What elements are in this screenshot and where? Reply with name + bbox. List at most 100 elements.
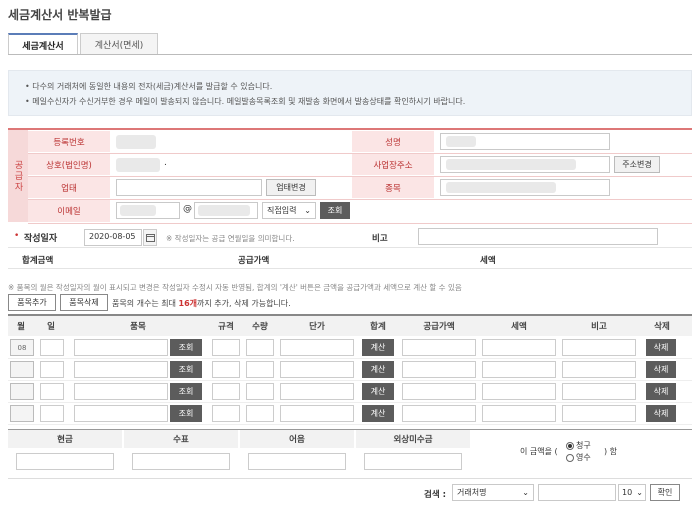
row-divider (8, 380, 692, 381)
payment-check-label: 수표 (124, 430, 238, 448)
biz-type-field[interactable] (116, 179, 262, 196)
change-biztype-button[interactable]: 업태변경 (266, 179, 316, 196)
row-month-cell[interactable] (10, 405, 34, 422)
row-delete-button[interactable]: 삭제 (646, 405, 676, 422)
row-tax-field[interactable] (482, 383, 556, 400)
row-spec-field[interactable] (212, 361, 240, 378)
search-input[interactable] (538, 484, 616, 501)
row-tax-field[interactable] (482, 339, 556, 356)
notice-line-1: 다수의 거래처에 동일한 내용의 전자(세금)계산서를 발급할 수 있습니다. (32, 82, 273, 91)
row-spec-field[interactable] (212, 405, 240, 422)
search-confirm-button[interactable]: 확인 (650, 484, 680, 501)
row-spec-field[interactable] (212, 339, 240, 356)
row-unit-price-field[interactable] (280, 339, 354, 356)
row-day-field[interactable] (40, 405, 64, 422)
row-calc-button[interactable]: 계산 (362, 383, 394, 400)
page-title: 세금계산서 반복발급 (8, 8, 112, 22)
row-supply-field[interactable] (402, 383, 476, 400)
row-calc-button[interactable]: 계산 (362, 405, 394, 422)
row-lookup-button[interactable]: 조회 (170, 383, 202, 400)
radio-receipt[interactable]: 영수 (566, 452, 591, 463)
row-month-cell[interactable]: 08 (10, 339, 34, 356)
calendar-icon[interactable] (143, 229, 157, 246)
row-remarks-field[interactable] (562, 405, 636, 422)
row-divider (8, 424, 692, 425)
row-supply-field[interactable] (402, 361, 476, 378)
payment-cash-label: 현금 (8, 430, 122, 448)
header-supply: 공급가액 (400, 316, 478, 336)
row-day-field[interactable] (40, 339, 64, 356)
tax-amount-label: 세액 (480, 256, 496, 266)
row-qty-field[interactable] (246, 339, 274, 356)
radio-claim-icon[interactable] (566, 441, 574, 450)
row-calc-button[interactable]: 계산 (362, 339, 394, 356)
email-label: 이메일 (28, 200, 110, 222)
write-date-hint: ※ 작성일자는 공급 연월일을 의미합니다. (166, 234, 295, 243)
biz-item-value (446, 182, 556, 193)
row-remarks-field[interactable] (562, 383, 636, 400)
row-qty-field[interactable] (246, 405, 274, 422)
row-month-cell[interactable] (10, 383, 34, 400)
delete-item-button[interactable]: 품목삭제 (60, 294, 108, 311)
items-note: ※ 품목의 월은 작성일자의 월이 표시되고 변경은 작성일자 수정시 자동 반… (8, 283, 462, 292)
required-mark: • (14, 231, 20, 241)
payment-credit-field[interactable] (364, 453, 462, 470)
supplier-side-label: 공급자 (8, 130, 28, 222)
row-item-field[interactable] (74, 339, 168, 356)
row-day-field[interactable] (40, 361, 64, 378)
row-item-field[interactable] (74, 361, 168, 378)
row-remarks-field[interactable] (562, 339, 636, 356)
row-item-field[interactable] (74, 405, 168, 422)
payment-cash-field[interactable] (16, 453, 114, 470)
row-month-cell[interactable] (10, 361, 34, 378)
payment-check-field[interactable] (132, 453, 230, 470)
add-item-button[interactable]: 품목추가 (8, 294, 56, 311)
tab-tax-invoice[interactable]: 세금계산서 (8, 33, 78, 55)
row-delete-button[interactable]: 삭제 (646, 361, 676, 378)
write-date-field[interactable]: 2020-08-05 (84, 229, 142, 246)
divider (28, 199, 692, 200)
payment-bill-label: 어음 (240, 430, 354, 448)
address-label: 사업장주소 (352, 154, 434, 175)
chevron-down-icon: ⌄ (636, 488, 643, 497)
remarks-field[interactable] (418, 228, 658, 245)
row-lookup-button[interactable]: 조회 (170, 361, 202, 378)
notice-line-2: 메일수신자가 수신거부한 경우 메일이 발송되지 않습니다. 메일발송목록조회 … (32, 97, 466, 106)
row-qty-field[interactable] (246, 361, 274, 378)
email-domain-select[interactable]: 직접입력 ⌄ (262, 202, 316, 219)
row-lookup-button[interactable]: 조회 (170, 405, 202, 422)
supply-amount-label: 공급가액 (238, 256, 270, 266)
row-supply-field[interactable] (402, 339, 476, 356)
email-lookup-button[interactable]: 조회 (320, 202, 350, 219)
header-tax: 세액 (480, 316, 558, 336)
item-limit-text: 품목의 개수는 최대 16개까지 추가, 삭제 가능합니다. (112, 298, 291, 309)
row-calc-button[interactable]: 계산 (362, 361, 394, 378)
page-size-select[interactable]: 10 ⌄ (618, 484, 646, 501)
header-month: 월 (8, 316, 34, 336)
row-unit-price-field[interactable] (280, 361, 354, 378)
biz-item-label: 종목 (352, 177, 434, 198)
row-qty-field[interactable] (246, 383, 274, 400)
row-tax-field[interactable] (482, 361, 556, 378)
change-address-button[interactable]: 주소변경 (614, 156, 660, 173)
row-delete-button[interactable]: 삭제 (646, 339, 676, 356)
row-tax-field[interactable] (482, 405, 556, 422)
payment-bill-field[interactable] (248, 453, 346, 470)
biz-type-label: 업태 (28, 177, 110, 198)
row-day-field[interactable] (40, 383, 64, 400)
row-remarks-field[interactable] (562, 361, 636, 378)
search-field-select[interactable]: 거래처명 ⌄ (452, 484, 534, 501)
tab-invoice-exempt[interactable]: 계산서(면세) (80, 33, 158, 55)
row-unit-price-field[interactable] (280, 383, 354, 400)
row-delete-button[interactable]: 삭제 (646, 383, 676, 400)
row-spec-field[interactable] (212, 383, 240, 400)
radio-receipt-icon[interactable] (566, 453, 574, 462)
row-item-field[interactable] (74, 383, 168, 400)
row-lookup-button[interactable]: 조회 (170, 339, 202, 356)
header-delete: 삭제 (640, 316, 684, 336)
row-unit-price-field[interactable] (280, 405, 354, 422)
row-supply-field[interactable] (402, 405, 476, 422)
item-limit-pre: 품목의 개수는 최대 (112, 299, 179, 308)
remarks-label: 비고 (372, 234, 388, 244)
radio-claim[interactable]: 청구 (566, 440, 591, 451)
